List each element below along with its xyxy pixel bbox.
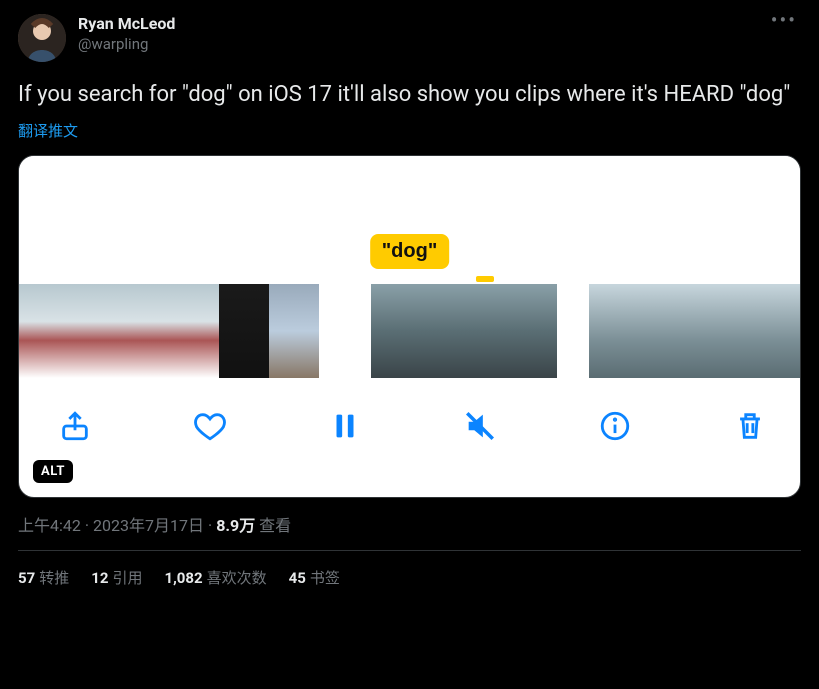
clip-frame [119,284,169,378]
views-label: 查看 [259,516,291,535]
share-icon[interactable] [55,406,95,446]
media-toolbar [19,378,800,474]
alt-badge[interactable]: ALT [33,460,73,483]
display-name: Ryan McLeod [78,14,767,34]
trash-icon[interactable] [730,406,770,446]
views-count: 8.9万 [216,516,255,535]
clip-frame [219,284,269,378]
tweet-text: If you search for "dog" on iOS 17 it'll … [18,80,801,110]
avatar[interactable] [18,14,66,62]
tweet-header: Ryan McLeod @warpling ••• [18,14,801,62]
clip-group-1 [19,284,319,378]
clip-frame [589,284,639,378]
clip-frame [169,284,219,378]
tweet-stats: 57转推 12引用 1,082喜欢次数 45书签 [18,551,801,588]
more-icon[interactable]: ••• [767,14,801,26]
media-card[interactable]: "dog" [18,155,801,498]
tweet-container: Ryan McLeod @warpling ••• If you search … [0,0,819,588]
clip-frame [789,284,800,378]
stat-bookmarks[interactable]: 45书签 [289,567,340,588]
timestamp-time: 上午4:42 [18,516,81,535]
clip-frame [639,284,689,378]
clip-group-3 [589,284,800,378]
stat-retweets[interactable]: 57转推 [18,567,69,588]
clip-frame [689,284,739,378]
clip-frame [433,284,495,378]
clip-frame [371,284,433,378]
timeline-marker [476,276,494,282]
clip-frame [739,284,789,378]
pause-icon[interactable] [325,406,365,446]
mute-icon[interactable] [460,406,500,446]
clip-frame [269,284,319,378]
translate-link[interactable]: 翻译推文 [18,120,78,141]
search-tag-label: "dog" [370,234,450,269]
handle: @warpling [78,34,767,54]
tweet-meta[interactable]: 上午4:42·2023年7月17日·8.9万 查看 [18,512,801,536]
heart-icon[interactable] [190,406,230,446]
stat-quotes[interactable]: 12引用 [91,567,142,588]
clip-group-2 [371,284,557,378]
author-block[interactable]: Ryan McLeod @warpling [78,14,767,54]
stat-likes[interactable]: 1,082喜欢次数 [164,567,266,588]
media-preview-top: "dog" [19,156,800,284]
clip-frame [495,284,557,378]
clip-frame [19,284,69,378]
timestamp-date: 2023年7月17日 [93,516,204,535]
video-timeline[interactable] [19,284,800,378]
info-icon[interactable] [595,406,635,446]
clip-frame [69,284,119,378]
